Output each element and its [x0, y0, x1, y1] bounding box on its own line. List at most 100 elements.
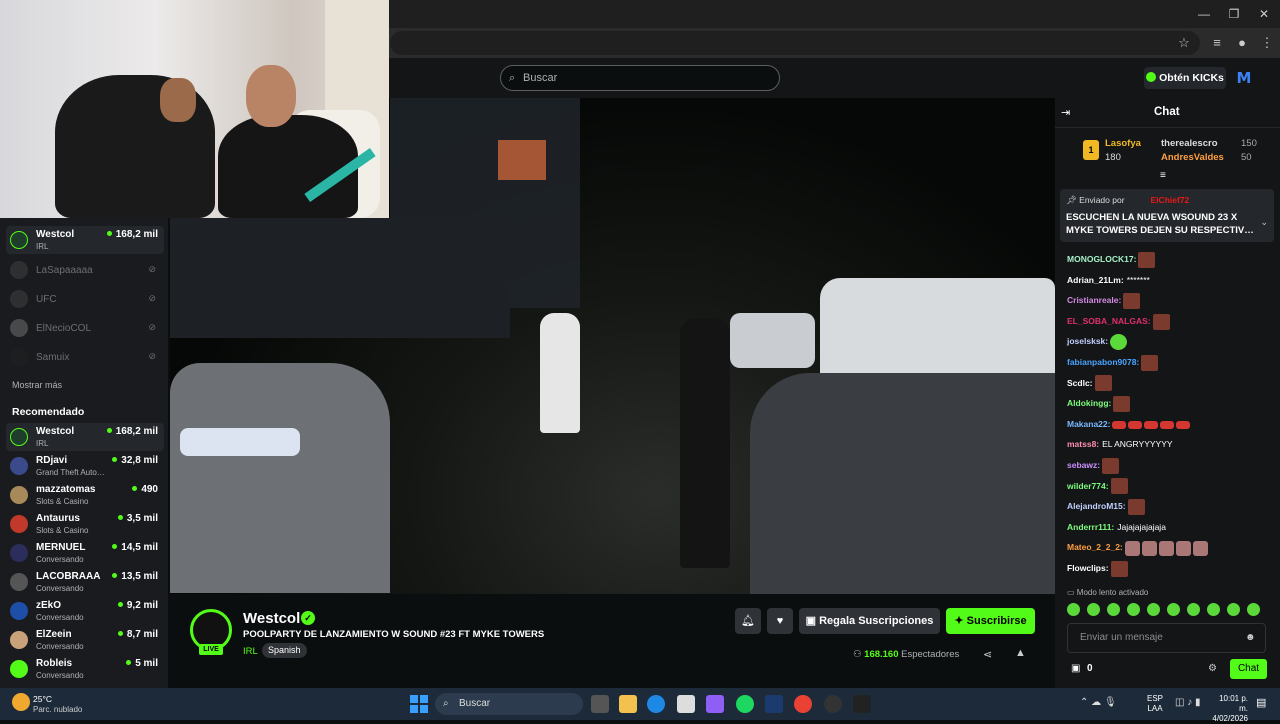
chat-message-input[interactable]: Enviar un mensaje	[1067, 623, 1266, 653]
chrome-icon[interactable]	[794, 695, 812, 713]
recommended-channel[interactable]: Robleis Conversando 5 mil	[6, 655, 164, 683]
chat-message: joselsksk:	[1067, 332, 1128, 351]
collapse-chat-icon[interactable]: ⇥	[1061, 106, 1070, 119]
minimize-button[interactable]: —	[1196, 6, 1212, 22]
language-tag[interactable]: Spanish	[262, 643, 307, 658]
pinned-text: ESCUCHEN LA NUEVA WSOUND 23 X MYKE TOWER…	[1066, 212, 1254, 236]
chat-username[interactable]: matss8:	[1067, 439, 1099, 449]
weather-icon[interactable]	[12, 693, 30, 711]
chat-username[interactable]: Scdlc:	[1067, 378, 1093, 388]
obs-icon[interactable]	[824, 695, 842, 713]
emote-icon[interactable]	[1087, 603, 1100, 616]
sidebar-channel-samuix[interactable]: Samuix ⊘	[6, 343, 164, 371]
recommended-channel[interactable]: Westcol IRL 168,2 mil	[6, 423, 164, 451]
building-shape	[170, 218, 510, 338]
chat-username[interactable]: sebawz:	[1067, 460, 1100, 470]
bookmark-star-icon[interactable]: ☆	[1175, 34, 1193, 52]
gift-icon[interactable]: ▣	[1071, 663, 1080, 674]
clock-time: 10:01 p. m.	[1219, 694, 1248, 713]
chat-username[interactable]: Adrian_21Lm:	[1067, 275, 1124, 285]
gift-subs-button[interactable]: ▣ Regala Suscripciones	[799, 608, 940, 634]
recommended-channel[interactable]: RDjavi Grand Theft Auto… 32,8 mil	[6, 452, 164, 480]
recommended-channel[interactable]: zEkO Conversando 9,2 mil	[6, 597, 164, 625]
emote-icon[interactable]	[1227, 603, 1240, 616]
notifications-icon[interactable]: ▤	[1256, 696, 1266, 709]
chat-username[interactable]: Flowclips:	[1067, 563, 1109, 573]
browser-menu-icon[interactable]: ⋮	[1258, 34, 1276, 52]
maximize-button[interactable]: ❐	[1226, 6, 1242, 22]
sidebar-channel-lasapaaaaa[interactable]: LaSapaaaaa ⊘	[6, 256, 164, 284]
profile-icon[interactable]: ●	[1233, 34, 1251, 52]
search-input[interactable]: ⌕ Buscar	[500, 65, 780, 91]
follow-heart-button[interactable]: ♥	[767, 608, 793, 634]
recommended-channel[interactable]: LACOBRAAA Conversando 13,5 mil	[6, 568, 164, 596]
windows-start-icon[interactable]	[410, 695, 428, 713]
emote-icon[interactable]	[1187, 603, 1200, 616]
stream-title: POOLPARTY DE LANZAMIENTO W SOUND #23 FT …	[243, 629, 545, 640]
emote-icon[interactable]	[1167, 603, 1180, 616]
close-window-button[interactable]: ✕	[1256, 6, 1272, 22]
share-icon[interactable]: ⋖	[983, 648, 992, 661]
chat-username[interactable]: Mateo_2_2_2:	[1067, 542, 1123, 552]
stream-category-link[interactable]: IRL	[243, 646, 258, 657]
quick-emote-row[interactable]	[1067, 603, 1267, 617]
chat-username[interactable]: EL_SOBA_NALGAS:	[1067, 316, 1151, 326]
taskbar-search[interactable]: ⌕ Buscar	[435, 693, 583, 715]
store-icon[interactable]	[677, 695, 695, 713]
chat-username[interactable]: Aldokingg:	[1067, 398, 1111, 408]
chevron-up-icon[interactable]: ⌃	[1080, 697, 1088, 708]
send-chat-button[interactable]: Chat	[1230, 659, 1267, 679]
network-volume-icons[interactable]: ◫ ♪ ▮	[1175, 697, 1201, 708]
person-black-outfit	[680, 318, 730, 568]
chat-username[interactable]: AlejandroM15:	[1067, 501, 1126, 511]
chat-username[interactable]: joselsksk:	[1067, 336, 1108, 346]
notification-bell-button[interactable]: 🔔︎	[735, 608, 761, 634]
recommended-channel[interactable]: MERNUEL Conversando 14,5 mil	[6, 539, 164, 567]
chat-username[interactable]: fabianpabon9078:	[1067, 357, 1139, 367]
address-bar[interactable]	[390, 31, 1200, 55]
epic-games-icon[interactable]	[853, 695, 871, 713]
chat-username[interactable]: MONOGLOCK17:	[1067, 254, 1136, 264]
language-indicator[interactable]: ESP LAA	[1147, 694, 1163, 714]
expand-leaderboard-icon[interactable]: ≡	[1160, 170, 1166, 181]
report-icon[interactable]: ▲	[1015, 647, 1026, 659]
sidebar-channel-ufc[interactable]: UFC ⊘	[6, 285, 164, 313]
reading-list-icon[interactable]: ≡	[1208, 34, 1226, 52]
sidebar-channel-westcol[interactable]: Westcol IRL 168,2 mil	[6, 226, 164, 254]
system-tray[interactable]: ⌃ ☁ 🎙︎	[1080, 697, 1117, 708]
emote-icon[interactable]	[1207, 603, 1220, 616]
chat-emote	[1127, 498, 1145, 515]
get-kicks-button[interactable]: Obtén KICKs	[1144, 67, 1226, 89]
star-icon: ✦	[954, 615, 967, 627]
show-more-link[interactable]: Mostrar más	[12, 380, 62, 390]
recommended-channel[interactable]: mazzatomas Slots & Casino 490	[6, 481, 164, 509]
emoji-picker-icon[interactable]: ☻	[1245, 632, 1256, 643]
emote-icon[interactable]	[1067, 603, 1080, 616]
emote-icon[interactable]	[1127, 603, 1140, 616]
recommended-channel[interactable]: Antaurus Slots & Casino 3,5 mil	[6, 510, 164, 538]
recommended-channel[interactable]: ElZeein Conversando 8,7 mil	[6, 626, 164, 654]
chat-username[interactable]: Makana22:	[1067, 419, 1110, 429]
chat-emote	[1160, 420, 1175, 429]
copilot-icon[interactable]	[706, 695, 724, 713]
chevron-down-icon[interactable]: ⌄	[1260, 217, 1268, 228]
chat-username[interactable]: Anderrr111:	[1067, 522, 1114, 532]
steam-icon[interactable]	[765, 695, 783, 713]
microphone-icon[interactable]: 🎙︎	[1104, 697, 1117, 708]
cloud-icon[interactable]: ☁	[1091, 697, 1101, 708]
chat-username[interactable]: wilder774:	[1067, 481, 1109, 491]
chat-settings-icon[interactable]: ⚙	[1208, 663, 1217, 674]
emote-icon[interactable]	[1247, 603, 1260, 616]
task-view-icon[interactable]	[591, 695, 609, 713]
spotify-icon[interactable]	[736, 695, 754, 713]
chat-username[interactable]: Cristianreale:	[1067, 295, 1121, 305]
user-avatar[interactable]: M	[1234, 68, 1254, 88]
file-explorer-icon[interactable]	[619, 695, 637, 713]
emote-icon[interactable]	[1107, 603, 1120, 616]
emote-icon[interactable]	[1147, 603, 1160, 616]
streamer-name[interactable]: Westcol	[243, 610, 300, 627]
pinned-message[interactable]: 📌︎ Enviado por ElChief72 ESCUCHEN LA NUEV…	[1060, 189, 1274, 242]
sidebar-channel-elneciocol[interactable]: ElNecioCOL ⊘	[6, 314, 164, 342]
subscribe-button[interactable]: ✦ Suscribirse	[946, 608, 1035, 634]
edge-icon[interactable]	[647, 695, 665, 713]
